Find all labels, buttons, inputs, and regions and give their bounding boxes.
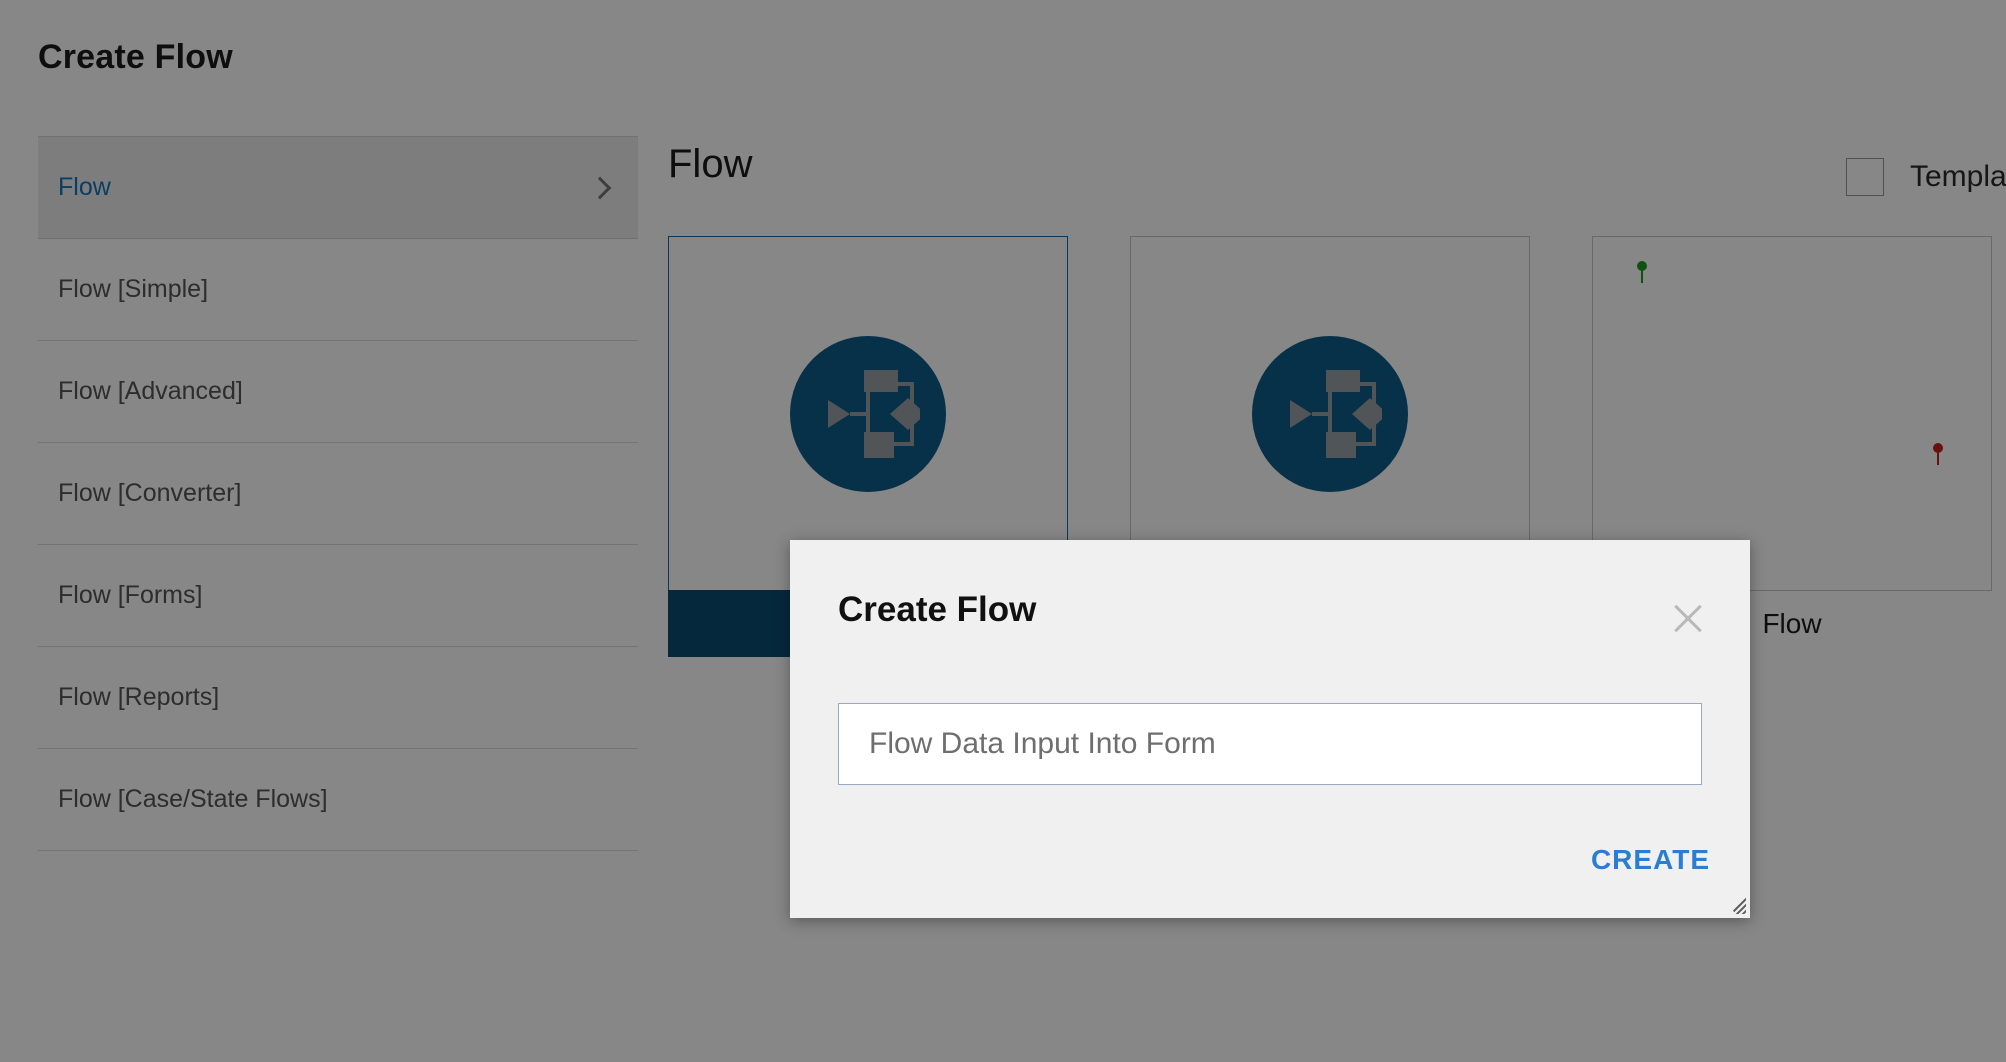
resize-grip-icon[interactable] <box>1720 888 1746 914</box>
create-button[interactable]: CREATE <box>1591 844 1710 876</box>
flow-name-input[interactable] <box>838 703 1702 785</box>
dialog-title: Create Flow <box>838 590 1037 629</box>
close-icon[interactable] <box>1664 594 1712 642</box>
create-flow-dialog: Create Flow CREATE <box>790 540 1750 918</box>
